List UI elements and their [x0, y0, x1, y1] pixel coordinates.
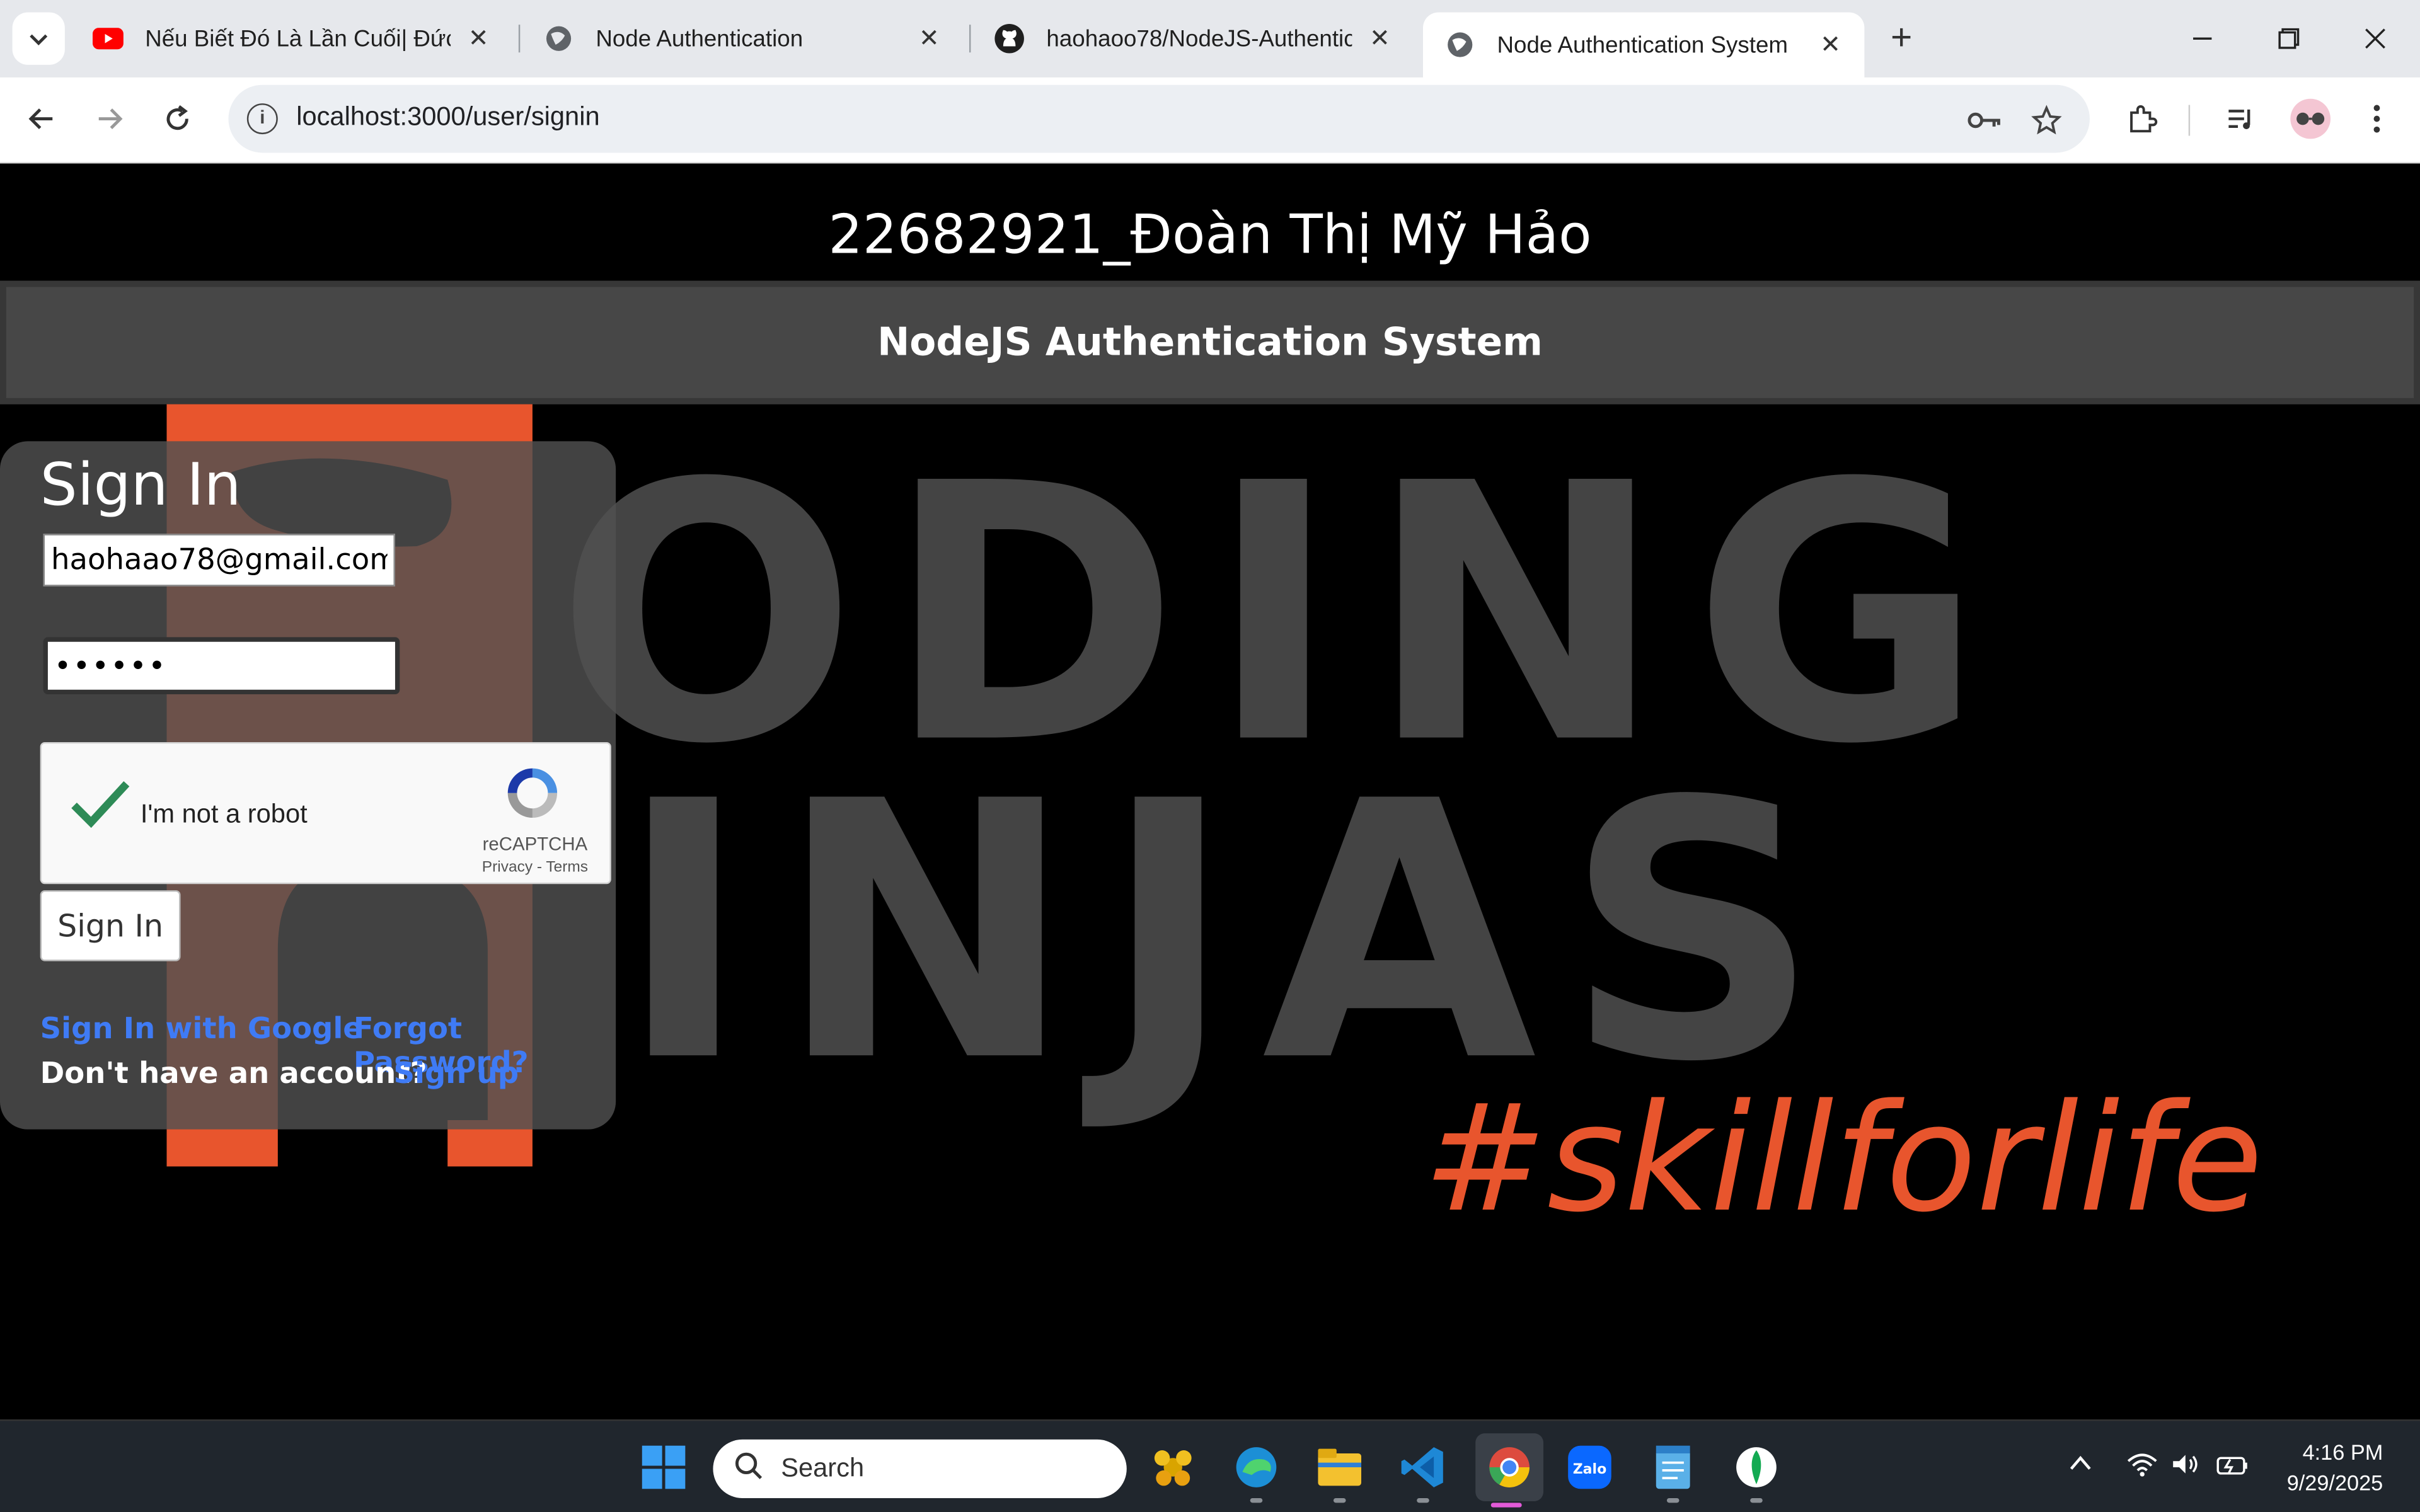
restore-icon[interactable]: [2266, 15, 2312, 61]
github-icon: [994, 23, 1025, 54]
background-tagline: #skillforlife: [1423, 1073, 2263, 1245]
browser-tab-strip: Nếu Biết Đó Là Lần Cuối| Đức Tr ✕ Node A…: [0, 0, 2420, 77]
close-window-icon[interactable]: [2352, 15, 2398, 61]
google-signin-link[interactable]: Sign In with Google: [40, 1012, 363, 1046]
tab-search-button[interactable]: [12, 12, 65, 65]
recaptcha-widget: I'm not a robot reCAPTCHA Privacy - Term…: [40, 742, 611, 885]
running-indicator: [1417, 1498, 1429, 1503]
taskbar-search-box[interactable]: Search: [713, 1439, 1127, 1498]
svg-text:Zalo: Zalo: [1573, 1462, 1607, 1477]
globe-icon: [1444, 30, 1475, 60]
tab-node-auth-system[interactable]: Node Authentication System ✕: [1422, 12, 1865, 77]
close-icon[interactable]: ✕: [914, 23, 945, 54]
site-info-icon[interactable]: i: [246, 103, 278, 135]
windows-start-icon[interactable]: [636, 1440, 691, 1495]
close-icon[interactable]: ✕: [463, 23, 494, 54]
profile-avatar[interactable]: [2290, 98, 2331, 139]
running-indicator: [1250, 1498, 1263, 1503]
zalo-icon[interactable]: Zalo: [1562, 1440, 1617, 1495]
back-arrow-icon[interactable]: [18, 96, 64, 142]
web-page: 22682921_Đoàn Thị Mỹ Hảo NodeJS Authenti…: [0, 163, 2420, 1420]
recaptcha-logo-icon: [507, 768, 558, 818]
search-icon: [735, 1452, 763, 1487]
app-navbar-title: NodeJS Authentication System: [877, 319, 1543, 364]
windows-taskbar: Search Zalo 4:16 PM 9/29/2025: [0, 1419, 2420, 1512]
page-header-title: 22682921_Đoàn Thị Mỹ Hảo: [828, 205, 1592, 267]
vscode-icon[interactable]: [1395, 1440, 1451, 1495]
tab-title: haohaoo78/NodeJS-Authentica: [1046, 25, 1352, 52]
more-menu-icon[interactable]: [2355, 97, 2399, 140]
chevron-down-icon: [30, 34, 48, 46]
battery-icon[interactable]: [2216, 1452, 2250, 1484]
password-input[interactable]: [43, 637, 400, 695]
edge-browser-icon[interactable]: [1228, 1440, 1284, 1495]
media-controls-icon[interactable]: [2220, 97, 2263, 140]
running-indicator: [1750, 1498, 1763, 1503]
tab-title: Node Authentication: [596, 25, 804, 52]
running-indicator: [1666, 1498, 1680, 1503]
checkmark-icon: [71, 781, 130, 828]
globe-icon: [543, 23, 574, 54]
taskbar-search-placeholder: Search: [781, 1453, 865, 1483]
bookmark-star-icon[interactable]: [2028, 102, 2065, 139]
recaptcha-brand-text: reCAPTCHA: [482, 833, 588, 855]
tab-divider: [969, 25, 971, 53]
tab-title: Nếu Biết Đó Là Lần Cuối| Đức Tr: [145, 25, 451, 52]
active-indicator: [1490, 1503, 1522, 1508]
tab-github[interactable]: haohaoo78/NodeJS-Authentica ✕: [972, 13, 1414, 65]
recaptcha-label: I'm not a robot: [140, 799, 308, 829]
tab-node-auth[interactable]: Node Authentication ✕: [522, 13, 963, 65]
close-icon[interactable]: ✕: [1364, 23, 1395, 54]
running-indicator: [1333, 1498, 1346, 1503]
notepad-icon[interactable]: [1645, 1440, 1701, 1495]
forward-arrow-icon[interactable]: [86, 96, 132, 142]
chevron-up-icon[interactable]: [2068, 1452, 2093, 1480]
system-clock[interactable]: 4:16 PM 9/29/2025: [2287, 1436, 2383, 1498]
youtube-icon: [92, 23, 124, 54]
reload-icon[interactable]: [154, 96, 200, 142]
recaptcha-checkbox[interactable]: [69, 777, 131, 844]
toolbar-divider: [2188, 105, 2191, 136]
tab-youtube[interactable]: Nếu Biết Đó Là Lần Cuối| Đức Tr ✕: [71, 13, 512, 65]
page-header: 22682921_Đoàn Thị Mỹ Hảo: [0, 163, 2420, 281]
no-account-text: Don't have an account?: [40, 1057, 427, 1091]
volume-icon[interactable]: [2170, 1452, 2201, 1484]
mongodb-compass-icon[interactable]: [1729, 1440, 1784, 1495]
wifi-icon[interactable]: [2127, 1452, 2158, 1484]
extensions-puzzle-icon[interactable]: [2121, 97, 2164, 140]
address-bar[interactable]: i localhost:3000/user/signin: [228, 84, 2090, 153]
widget-flower-icon[interactable]: [1145, 1440, 1201, 1495]
url-text: localhost:3000/user/signin: [296, 101, 600, 132]
signin-heading: Sign In: [40, 450, 241, 518]
file-explorer-icon[interactable]: [1312, 1440, 1368, 1495]
recaptcha-brand: reCAPTCHA Privacy - Terms: [482, 833, 588, 876]
minimize-icon[interactable]: [2179, 15, 2225, 61]
clock-date: 9/29/2025: [2286, 1470, 2383, 1496]
recaptcha-privacy-terms-links[interactable]: Privacy - Terms: [482, 859, 588, 876]
tab-divider: [518, 25, 521, 53]
chrome-browser-icon[interactable]: [1475, 1433, 1543, 1501]
clock-time: 4:16 PM: [2302, 1439, 2383, 1465]
signup-link[interactable]: Sign up: [393, 1057, 519, 1091]
signin-card: Sign In I'm not a robot reCAPTCHA Privac…: [0, 441, 616, 1130]
email-input[interactable]: [43, 534, 395, 587]
signin-submit-button[interactable]: Sign In: [40, 890, 181, 961]
tab-title: Node Authentication System: [1497, 32, 1789, 58]
close-icon[interactable]: ✕: [1815, 30, 1846, 60]
browser-toolbar: i localhost:3000/user/signin: [0, 77, 2420, 164]
key-icon[interactable]: [1966, 102, 2003, 139]
new-tab-button[interactable]: +: [1880, 18, 1923, 62]
app-navbar: NodeJS Authentication System: [0, 280, 2420, 404]
